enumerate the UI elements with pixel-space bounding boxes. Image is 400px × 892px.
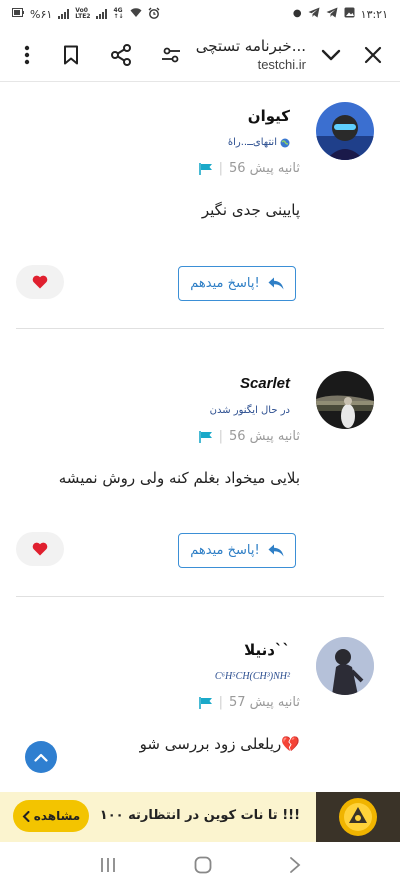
avatar[interactable] (316, 102, 374, 160)
comment-item: Scarlet در حال ایگنور شدن | 56 ثانیه پیش… (0, 353, 400, 598)
comment-username[interactable]: کیوان (248, 107, 290, 125)
chevron-down-icon (321, 49, 341, 60)
ad-watch-label: مشاهده (33, 809, 81, 823)
close-button[interactable] (356, 38, 390, 72)
comment-username[interactable]: دنیلا`` (244, 641, 290, 659)
back-button[interactable] (289, 856, 301, 878)
user-tagline: C⁶H⁵CH(CH³)NH² (214, 671, 290, 682)
gallery-icon (344, 7, 355, 21)
reply-icon (268, 277, 284, 290)
telegram-icon (308, 7, 320, 21)
comment-meta: | 56 ثانیه پیش (198, 161, 300, 176)
status-right: ● ۱۳:۲۱ (293, 7, 388, 21)
like-button[interactable] (16, 265, 64, 299)
back-icon (290, 857, 301, 873)
comment-time: 57 ثانیه پیش (228, 695, 300, 710)
comment-meta: | 57 ثانیه پیش (198, 695, 300, 710)
reply-button[interactable]: پاسخ میدهم! (178, 533, 296, 568)
avatar[interactable] (316, 637, 374, 695)
reply-icon (268, 544, 284, 557)
wifi-icon (130, 7, 142, 21)
chevron-left-icon (22, 810, 30, 822)
recents-button[interactable] (99, 856, 117, 878)
heart-icon (32, 542, 48, 556)
like-button[interactable] (16, 532, 64, 566)
page-title: خبرنامه تستچی... (195, 37, 306, 55)
reply-button[interactable]: پاسخ میدهم! (178, 266, 296, 301)
comment-text: بلایی میخواد بغلم کنه ولی روش نمیشه (58, 469, 300, 487)
comment-item: دنیلا`` C⁶H⁵CH(CH³)NH² | 57 ثانیه پیش ری… (0, 619, 400, 799)
page-url: testchi.ir (257, 57, 306, 72)
home-button[interactable] (194, 856, 212, 878)
earth-icon (280, 138, 290, 147)
signal-icon-2 (96, 9, 108, 19)
page-settings-button[interactable] (154, 38, 188, 72)
battery-icon (12, 8, 24, 20)
bookmark-button[interactable] (54, 38, 88, 72)
browser-toolbar: خبرنامه تستچی... testchi.ir (0, 28, 400, 82)
comment-time: 56 ثانیه پیش (228, 161, 300, 176)
ad-coin-image (316, 792, 400, 842)
telegram-icon-2 (326, 7, 338, 21)
expand-button[interactable] (314, 38, 348, 72)
scroll-top-button[interactable] (25, 741, 57, 773)
meta-separator: | (218, 695, 223, 710)
ad-banner[interactable]: مشاهده ۱۰۰ تا نات کوین در انتظارته !!! (0, 792, 400, 842)
status-left: %۶۱ Vo0 LTE2 4G ↑↓ (12, 7, 160, 22)
coin-icon (339, 798, 377, 836)
comment-text: ریلعلی زود بررسی شو💔 (139, 735, 300, 753)
heart-icon (32, 275, 48, 289)
meta-separator: | (218, 429, 223, 444)
ad-watch-button[interactable]: مشاهده (13, 800, 89, 832)
bookmark-icon (64, 45, 78, 64)
ad-text: ۱۰۰ تا نات کوین در انتظارته !!! (99, 808, 300, 823)
share-button[interactable] (104, 38, 138, 72)
comment-username[interactable]: Scarlet (240, 375, 290, 392)
flag-icon[interactable] (198, 431, 213, 443)
chevron-up-icon (34, 753, 48, 762)
status-bar: %۶۱ Vo0 LTE2 4G ↑↓ ● ۱۳:۲۱ (0, 0, 400, 28)
comment-time: 56 ثانیه پیش (228, 429, 300, 444)
battery-percent: %۶۱ (30, 7, 53, 21)
recents-icon (100, 858, 115, 872)
more-menu-button[interactable] (10, 38, 44, 72)
more-vert-icon (24, 45, 30, 64)
status-time: ۱۳:۲۱ (360, 7, 388, 21)
network-gen: 4G ↑↓ (113, 7, 124, 20)
tune-icon (162, 47, 180, 62)
comment-divider (16, 596, 384, 597)
flag-icon[interactable] (198, 163, 213, 175)
comment-item: کیوان انتهای‌ــ..راهٔ | 56 ثانیه پیش پای… (0, 83, 400, 328)
comment-text: پایینی جدی نگیر (201, 201, 300, 219)
user-tagline: در حال ایگنور شدن (209, 405, 290, 416)
reply-label: پاسخ میدهم! (190, 543, 260, 558)
close-icon (364, 46, 382, 63)
home-icon (194, 856, 212, 874)
system-nav-bar (0, 842, 400, 892)
share-icon (111, 43, 131, 66)
dot-icon: ● (292, 8, 302, 19)
comment-meta: | 56 ثانیه پیش (198, 429, 300, 444)
avatar[interactable] (316, 371, 374, 429)
meta-separator: | (218, 161, 223, 176)
volte-indicator: Vo0 LTE2 (75, 7, 91, 20)
user-tagline: انتهای‌ــ..راهٔ (228, 137, 290, 148)
flag-icon[interactable] (198, 697, 213, 709)
alarm-icon (148, 7, 160, 22)
signal-icon (58, 9, 70, 19)
comment-divider (16, 328, 384, 329)
reply-label: پاسخ میدهم! (190, 276, 260, 291)
page-title-area[interactable]: خبرنامه تستچی... testchi.ir (188, 37, 314, 72)
